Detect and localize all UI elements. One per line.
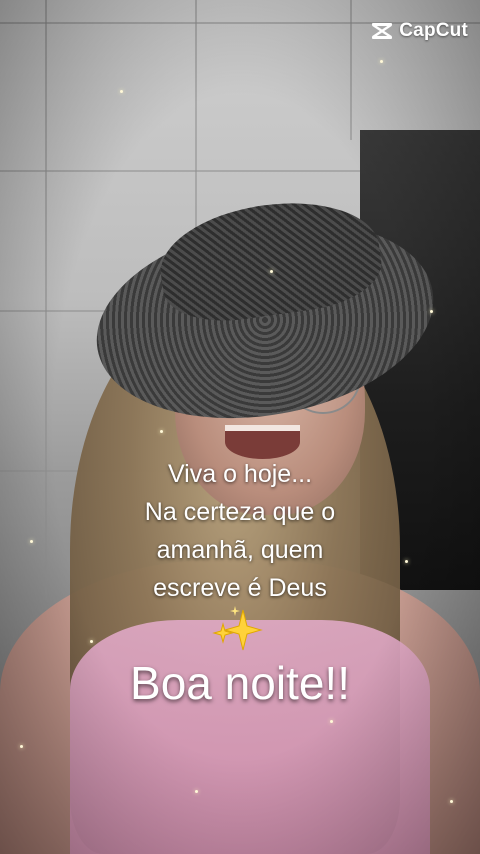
sparkle-dot — [380, 60, 383, 63]
sparkle-dot — [430, 310, 433, 313]
capcut-watermark: CapCut — [371, 20, 468, 42]
video-frame: CapCut Viva o hoje... Na certeza que o a… — [0, 0, 480, 854]
caption-line-1: Viva o hoje... — [167, 460, 313, 488]
watermark-text: CapCut — [399, 20, 468, 41]
sparkle-dot — [450, 800, 453, 803]
smile — [225, 425, 300, 459]
sparkle-dot — [90, 640, 93, 643]
sparkle-dot — [120, 90, 123, 93]
sparkle-dot — [330, 720, 333, 723]
headline-greeting: Boa noite!! — [130, 657, 350, 709]
sparkles-icon — [212, 606, 263, 651]
sparkle-dot — [20, 745, 23, 748]
caption-line-4: escreve é Deus — [153, 574, 327, 602]
caption-line-2: Na certeza que o — [144, 498, 336, 526]
sparkle-dot — [270, 270, 273, 273]
sparkle-dot — [195, 790, 198, 793]
capcut-logo-icon — [372, 23, 393, 39]
sparkle-dot — [160, 430, 163, 433]
caption-line-3: amanhã, quem — [156, 536, 324, 564]
